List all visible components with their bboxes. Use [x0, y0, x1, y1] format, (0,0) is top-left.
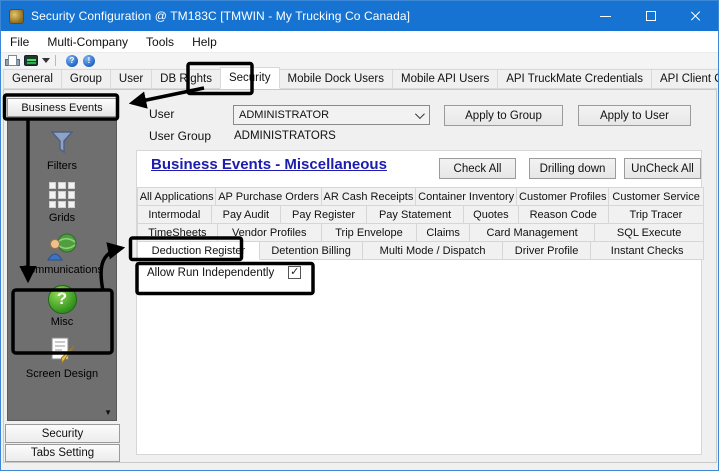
window-title: Security Configuration @ TM183C [TMWIN -… [31, 9, 411, 23]
minimize-button[interactable] [583, 1, 628, 31]
close-icon [690, 10, 702, 22]
category-tab-customer-service[interactable]: Customer Service [608, 187, 704, 206]
category-tab-trip-tracer[interactable]: Trip Tracer [607, 205, 704, 224]
category-tab-card-management[interactable]: Card Management [468, 223, 596, 242]
check-all-button[interactable]: Check All [439, 158, 516, 179]
tab-general[interactable]: General [3, 69, 62, 89]
category-tab-row: Intermodal Pay Audit Pay Register Pay St… [137, 205, 704, 224]
sidebar-item-filters[interactable]: Filters [8, 126, 116, 172]
filter-icon [49, 126, 75, 160]
minimize-icon [600, 15, 611, 17]
uncheck-all-button[interactable]: UnCheck All [624, 158, 701, 179]
category-tab-row: TimeSheets Vendor Profiles Trip Envelope… [137, 223, 705, 242]
tab-api-truckmate-credentials[interactable]: API TruckMate Credentials [497, 69, 652, 89]
apply-to-group-button[interactable]: Apply to Group [444, 105, 563, 126]
sidebar-item-label: Grids [48, 212, 76, 224]
category-tab-customer-profiles[interactable]: Customer Profiles [516, 187, 610, 206]
user-label: User [149, 107, 175, 121]
top-tab-strip: General Group User DB Rights Security Mo… [3, 67, 718, 89]
tab-db-rights[interactable]: DB Rights [151, 69, 221, 89]
sidebar-item-screen-design[interactable]: Screen Design [8, 334, 116, 380]
sidebar-security-button[interactable]: Security [5, 424, 120, 443]
category-tab-ar-cash-receipts[interactable]: AR Cash Receipts [320, 187, 417, 206]
menu-file[interactable]: File [1, 35, 38, 49]
tab-api-client-credentials[interactable]: API Client Credentials [650, 69, 718, 89]
sidebar-item-label: Filters [47, 160, 77, 172]
business-events-panel: Business Events - Miscellaneous Check Al… [136, 150, 705, 455]
category-tab-trip-envelope[interactable]: Trip Envelope [320, 223, 418, 242]
category-tab-row: Deduction Register Detention Billing Mul… [137, 241, 705, 260]
misc-help-icon: ? [47, 284, 77, 314]
sidebar-item-label: Communications [21, 264, 103, 276]
category-tab-container-inventory[interactable]: Container Inventory [415, 187, 518, 206]
dropdown-caret-icon[interactable] [42, 58, 50, 63]
user-select-value: ADMINISTRATOR [239, 109, 330, 121]
sidebar-category-panel: Filters Grids Communications ? Misc Scre… [7, 119, 117, 421]
maximize-button[interactable] [628, 1, 673, 31]
screen-design-icon [47, 334, 77, 368]
panel-heading: Business Events - Miscellaneous [151, 156, 387, 173]
sidebar-item-communications[interactable]: Communications [8, 230, 116, 276]
menu-bar: File Multi-Company Tools Help [1, 31, 718, 53]
sidebar-tabs-setting-button[interactable]: Tabs Setting [5, 444, 120, 462]
maximize-icon [645, 11, 656, 21]
category-tab-deduction-register[interactable]: Deduction Register [137, 241, 260, 260]
allow-run-independently-checkbox[interactable]: ✓ [288, 266, 302, 279]
category-tab-pay-register[interactable]: Pay Register [280, 205, 367, 224]
category-tab-quotes[interactable]: Quotes [463, 205, 519, 224]
help-icon[interactable]: ? [66, 54, 78, 67]
allow-run-independently-row: Allow Run Independently ✓ [147, 266, 302, 279]
category-tab-all-applications[interactable]: All Applications [137, 187, 217, 206]
sidebar-item-label: Misc [50, 316, 74, 328]
category-tab-driver-profile[interactable]: Driver Profile [501, 241, 592, 260]
category-tab-pay-statement[interactable]: Pay Statement [365, 205, 465, 224]
user-group-label: User Group [149, 129, 212, 143]
category-tab-row: All Applications AP Purchase Orders AR C… [137, 187, 704, 206]
category-tab-instant-checks[interactable]: Instant Checks [590, 241, 705, 260]
category-tab-intermodal[interactable]: Intermodal [137, 205, 212, 224]
category-tab-multi-mode-dispatch[interactable]: Multi Mode / Dispatch [362, 241, 503, 260]
business-events-button[interactable]: Business Events [7, 98, 117, 117]
category-tab-reason-code[interactable]: Reason Code [517, 205, 609, 224]
category-tab-sql-execute[interactable]: SQL Execute [594, 223, 705, 242]
grid-icon [49, 178, 75, 212]
category-tab-timesheets[interactable]: TimeSheets [137, 223, 218, 242]
toolbar: ? ! [1, 53, 718, 68]
category-tab-ap-purchase-orders[interactable]: AP Purchase Orders [215, 187, 322, 206]
tab-security[interactable]: Security [219, 67, 280, 89]
apply-to-user-button[interactable]: Apply to User [578, 105, 691, 126]
user-group-value: ADMINISTRATORS [234, 130, 336, 142]
sidebar-item-grids[interactable]: Grids [8, 178, 116, 224]
category-tab-claims[interactable]: Claims [416, 223, 470, 242]
menu-help[interactable]: Help [183, 35, 226, 49]
multi-company-icon[interactable] [24, 55, 38, 66]
drilling-down-button[interactable]: Drilling down [529, 158, 616, 179]
app-badge-icon [9, 8, 24, 24]
title-bar: Security Configuration @ TM183C [TMWIN -… [1, 1, 718, 31]
user-select[interactable]: ADMINISTRATOR [233, 105, 430, 125]
category-tab-detention-billing[interactable]: Detention Billing [258, 241, 364, 260]
menu-tools[interactable]: Tools [137, 35, 183, 49]
menu-multi-company[interactable]: Multi-Company [38, 35, 137, 49]
chevron-down-icon [414, 108, 425, 119]
tab-mobile-dock-users[interactable]: Mobile Dock Users [278, 69, 393, 89]
app-window: Security Configuration @ TM183C [TMWIN -… [0, 0, 719, 471]
sidebar-item-misc[interactable]: ? Misc [8, 282, 116, 328]
bottom-strip [1, 463, 718, 470]
close-button[interactable] [673, 1, 718, 31]
tab-group[interactable]: Group [60, 69, 111, 89]
category-tab-pay-audit[interactable]: Pay Audit [210, 205, 282, 224]
tab-mobile-api-users[interactable]: Mobile API Users [392, 69, 499, 89]
tab-user[interactable]: User [109, 69, 153, 89]
sidebar-item-label: Screen Design [25, 368, 99, 380]
allow-run-independently-label: Allow Run Independently [147, 266, 275, 279]
about-icon[interactable]: ! [83, 54, 95, 67]
category-tab-vendor-profiles[interactable]: Vendor Profiles [216, 223, 322, 242]
scroll-down-icon[interactable]: ▼ [104, 409, 112, 417]
toolbar-separator [55, 55, 56, 66]
communications-icon [46, 230, 78, 264]
category-tab-grid: All Applications AP Purchase Orders AR C… [137, 187, 705, 260]
print-icon[interactable] [5, 55, 20, 66]
